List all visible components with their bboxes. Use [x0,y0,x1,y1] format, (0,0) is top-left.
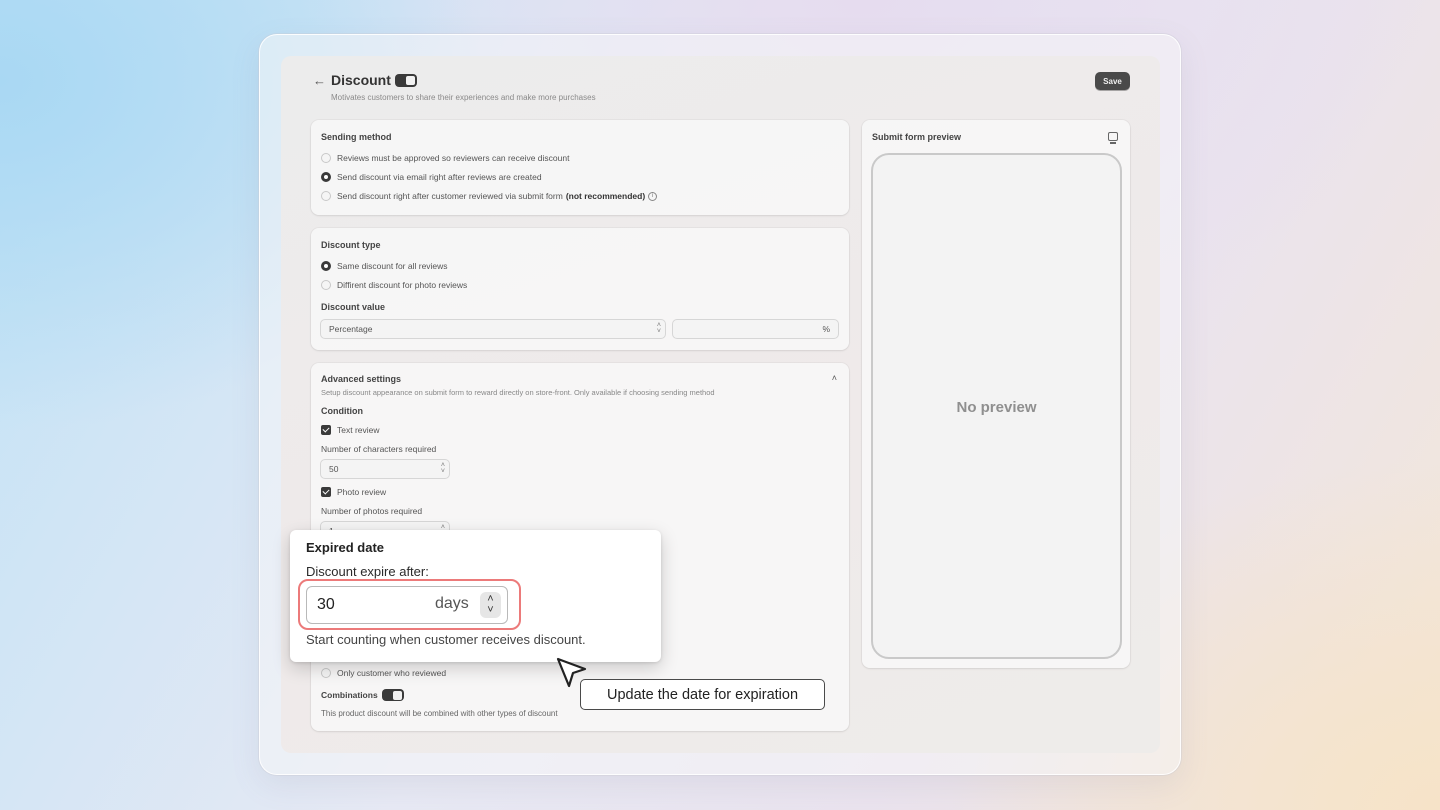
device-icon[interactable] [1108,132,1118,144]
page-subtitle: Motivates customers to share their exper… [331,93,596,102]
discount-value-title: Discount value [321,302,386,312]
option-label: Send discount right after customer revie… [337,191,563,201]
select-chevron-icon: ˄ ˅ [656,322,661,335]
card-title: Sending method [321,132,392,142]
card-title: Discount type [321,240,381,250]
discount-option-same[interactable]: Same discount for all reviews [321,261,448,271]
option-label: Send discount via email right after revi… [337,172,542,182]
sending-method-card: Sending method Reviews must be approved … [311,120,849,215]
expire-label: Discount expire after: [306,564,429,579]
chars-label: Number of characters required [321,444,437,454]
discount-toggle[interactable] [395,74,417,87]
radio[interactable] [321,668,331,678]
checkbox-checked[interactable] [321,425,331,435]
combinations-row: Combinations [321,689,404,701]
discount-type-card: Discount type Same discount for all revi… [311,228,849,350]
advanced-description: Setup discount appearance on submit form… [321,388,715,397]
combinations-label: Combinations [321,690,378,700]
discount-value-select[interactable]: Percentage ˄ ˅ [320,319,666,339]
not-recommended-label: (not recommended) [565,191,646,201]
chevron-up-icon[interactable]: ˄ [832,373,837,383]
condition-title: Condition [321,406,363,416]
expire-hint: Start counting when customer receives di… [306,632,586,647]
no-preview-text: No preview [956,399,1037,416]
radio[interactable] [321,191,331,201]
only-customer-option[interactable]: Only customer who reviewed [321,668,446,678]
expire-days-input[interactable]: 30 [306,586,508,624]
radio[interactable] [321,280,331,290]
combinations-toggle[interactable] [381,689,404,701]
percent-suffix: % [822,324,830,334]
select-value: Percentage [329,324,373,334]
days-unit: days [435,595,469,612]
option-label: Diffirent discount for photo reviews [337,280,468,290]
photos-label: Number of photos required [321,506,423,516]
card-title: Advanced settings [321,374,402,384]
chars-value: 50 [329,464,339,474]
photo-review-checkbox[interactable]: Photo review [321,487,386,497]
card-title: Submit form preview [872,132,962,142]
info-icon[interactable]: i [648,191,658,201]
option-label: Photo review [337,487,387,497]
chars-input[interactable]: 50 ˄ ˅ [320,459,450,479]
combinations-description: This product discount will be combined w… [321,709,558,718]
option-label: Same discount for all reviews [337,261,448,271]
text-review-checkbox[interactable]: Text review [321,425,380,435]
expired-date-popup: Expired date Discount expire after: 30 d… [290,530,661,662]
arrow-left-icon[interactable]: ← [313,74,327,88]
radio-selected[interactable] [321,261,331,271]
option-label: Text review [337,425,380,435]
preview-card: Submit form preview No preview [862,120,1130,668]
discount-amount-input[interactable]: % [672,319,839,339]
stepper-icon[interactable]: ˄˅ [480,592,501,618]
radio-selected[interactable] [321,172,331,182]
popup-title: Expired date [306,540,385,555]
tooltip: Update the date for expiration [580,679,825,710]
page-title: Discount [331,72,391,88]
radio[interactable] [321,153,331,163]
expire-value: 30 [317,596,335,613]
option-label: Reviews must be approved so reviewers ca… [337,153,570,163]
sending-option-submit-form[interactable]: Send discount right after customer revie… [321,191,658,201]
option-label: Only customer who reviewed [337,668,447,678]
phone-frame: No preview [871,153,1122,659]
stepper-icon[interactable]: ˄˅ [441,462,445,475]
sending-option-email[interactable]: Send discount via email right after revi… [321,172,542,182]
checkbox-checked[interactable] [321,487,331,497]
discount-option-photo[interactable]: Diffirent discount for photo reviews [321,280,467,290]
sending-option-approved[interactable]: Reviews must be approved so reviewers ca… [321,153,569,163]
save-button[interactable]: Save [1095,72,1130,90]
